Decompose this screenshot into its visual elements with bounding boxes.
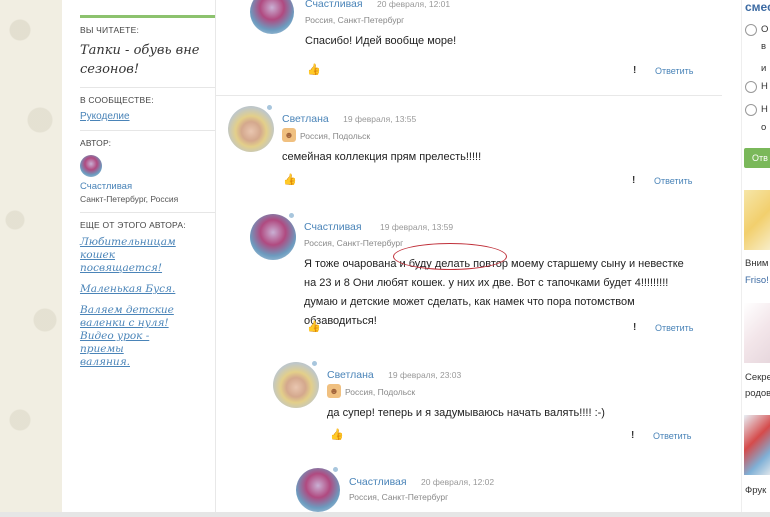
thumb-up-icon[interactable]: 👍 <box>307 63 321 76</box>
comment-text: семейная коллекция прям прелесть!!!!! <box>282 151 482 163</box>
online-dot-icon <box>311 360 318 367</box>
level-badge-icon: ☻ <box>327 383 341 398</box>
thumb-up-icon[interactable]: 👍 <box>307 320 321 333</box>
author-city: Санкт-Петербург, Россия <box>80 194 179 204</box>
promo-image[interactable] <box>744 303 770 363</box>
vote-button[interactable]: Отв <box>744 148 770 168</box>
more-link-cats[interactable]: Любительницам кошек посвящается! <box>80 236 180 275</box>
author-avatar[interactable] <box>80 155 102 177</box>
reply-button[interactable]: Ответить <box>653 431 691 441</box>
comment-date: 19 февраля, 13:59 <box>380 222 454 232</box>
divider <box>80 212 215 213</box>
poll-option-radio[interactable] <box>745 81 757 93</box>
page-background <box>0 0 62 517</box>
poll-title: смес <box>745 0 770 14</box>
commenter-city: Россия, Санкт-Петербург <box>349 492 449 502</box>
commenter-name[interactable]: Счастливая <box>305 0 363 10</box>
commenter-avatar[interactable] <box>250 0 294 34</box>
commenter-city: Россия, Санкт-Петербург <box>304 238 404 248</box>
comment-text: да супер! теперь и я задумываюсь начать … <box>327 407 605 419</box>
community-link[interactable]: Рукоделие <box>80 111 215 122</box>
poll-option-radio[interactable] <box>745 24 757 36</box>
promo-text[interactable]: Friso! <box>745 275 769 286</box>
level-badge-icon: ☻ <box>282 127 296 142</box>
more-link-busya[interactable]: Маленькая Буся. <box>80 283 215 296</box>
poll-option-label: Н <box>761 104 768 115</box>
comment-date: 19 февраля, 23:03 <box>388 370 462 380</box>
bottom-scroll-area <box>0 512 770 517</box>
reply-button[interactable]: Ответить <box>655 323 693 333</box>
author-name-link[interactable]: Счастливая <box>80 181 215 192</box>
exclamation-icon[interactable]: ! <box>631 430 634 441</box>
reading-heading: ВЫ ЧИТАЕТЕ: <box>80 25 140 35</box>
online-dot-icon <box>266 104 273 111</box>
comment-text: Спасибо! Идей вообще море! <box>305 35 457 47</box>
sidebar-accent-bar <box>80 15 215 18</box>
more-link-valenki[interactable]: Валяем детские валенки с нуля! Видео уро… <box>80 304 175 369</box>
commenter-city: Россия, Подольск <box>345 387 416 397</box>
exclamation-icon[interactable]: ! <box>632 175 635 186</box>
commenter-name[interactable]: Светлана <box>282 113 329 125</box>
comment-date: 20 февраля, 12:02 <box>421 477 495 487</box>
commenter-name[interactable]: Счастливая <box>349 476 407 488</box>
promo-text[interactable]: родов <box>745 388 770 399</box>
right-widget-column: смес О в Н и Н о Отв Вним Friso! Секре р… <box>741 0 770 512</box>
online-dot-icon <box>332 466 339 473</box>
comment-divider <box>216 95 722 96</box>
promo-image[interactable] <box>744 415 770 475</box>
divider <box>80 87 215 88</box>
commenter-avatar[interactable] <box>228 106 274 152</box>
poll-option-extra: в <box>761 41 767 52</box>
commenter-avatar[interactable] <box>273 362 319 408</box>
reply-button[interactable]: Ответить <box>655 66 693 76</box>
poll-option-label: О <box>761 24 769 35</box>
main-page: ВЫ ЧИТАЕТЕ: Тапки - обувь вне сезонов! В… <box>62 0 770 512</box>
commenter-name[interactable]: Светлана <box>327 369 374 381</box>
comment-date: 20 февраля, 12:01 <box>377 0 451 9</box>
promo-text[interactable]: Вним <box>745 258 768 269</box>
thumb-up-icon[interactable]: 👍 <box>283 173 297 186</box>
exclamation-icon[interactable]: ! <box>633 65 636 76</box>
commenter-name[interactable]: Счастливая <box>304 221 362 233</box>
highlight-annotation <box>393 243 507 270</box>
sidebar: ВЫ ЧИТАЕТЕ: Тапки - обувь вне сезонов! В… <box>80 0 215 369</box>
comment-text: Я тоже очарована и буду делать повтор мо… <box>304 258 684 327</box>
promo-image[interactable] <box>744 190 770 250</box>
reply-button[interactable]: Ответить <box>654 176 692 186</box>
community-heading: В СООБЩЕСТВЕ: <box>80 95 154 105</box>
more-heading: ЕЩЕ ОТ ЭТОГО АВТОРА: <box>80 220 186 230</box>
reading-title: Тапки - обувь вне сезонов! <box>80 43 200 77</box>
thumb-up-icon[interactable]: 👍 <box>330 428 344 441</box>
promo-text[interactable]: Фрук <box>745 485 766 496</box>
author-heading: АВТОР: <box>80 138 112 148</box>
poll-option-radio[interactable] <box>745 104 757 116</box>
exclamation-icon[interactable]: ! <box>633 322 636 333</box>
poll-option-extra: и <box>761 63 767 74</box>
promo-text[interactable]: Секре <box>745 372 770 383</box>
divider <box>80 130 215 131</box>
poll-option-label: Н <box>761 81 768 92</box>
sidebar-separator <box>215 0 216 512</box>
poll-option-extra: о <box>761 122 767 133</box>
comment-date: 19 февраля, 13:55 <box>343 114 417 124</box>
commenter-avatar[interactable] <box>296 468 340 512</box>
commenter-city: Россия, Подольск <box>300 131 371 141</box>
commenter-city: Россия, Санкт-Петербург <box>305 15 405 25</box>
commenter-avatar[interactable] <box>250 214 296 260</box>
online-dot-icon <box>288 212 295 219</box>
